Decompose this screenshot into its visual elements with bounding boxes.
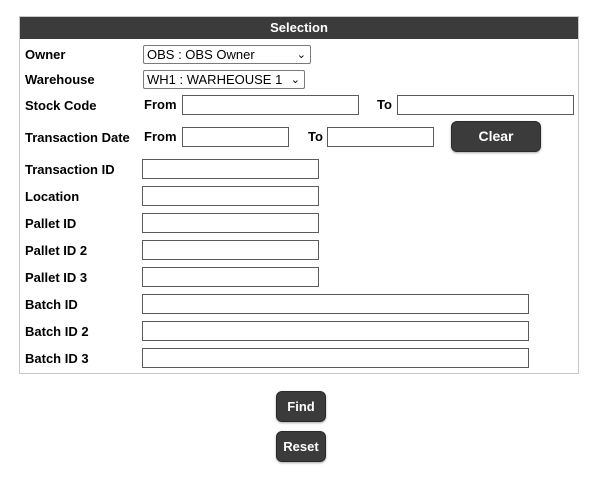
warehouse-label: Warehouse (25, 72, 95, 87)
warehouse-select[interactable]: WH1 : WARHEOUSE 1 ⌄ (143, 70, 305, 89)
stock-code-from-label: From (144, 97, 177, 112)
batch-id-2-input[interactable] (142, 321, 529, 341)
transaction-date-from-input[interactable] (182, 127, 289, 147)
transaction-date-to-label: To (308, 129, 323, 144)
transaction-date-to-input[interactable] (327, 127, 434, 147)
transaction-id-label: Transaction ID (25, 162, 115, 177)
pallet-id-3-input[interactable] (142, 267, 319, 287)
reset-button[interactable]: Reset (276, 431, 326, 462)
batch-id-3-label: Batch ID 3 (25, 351, 89, 366)
stock-code-to-input[interactable] (397, 95, 574, 115)
stock-code-label: Stock Code (25, 98, 97, 113)
location-input[interactable] (142, 186, 319, 206)
owner-select[interactable]: OBS : OBS Owner ⌄ (143, 45, 311, 64)
owner-label: Owner (25, 47, 66, 62)
pallet-id-label: Pallet ID (25, 216, 77, 231)
pallet-id-3-label: Pallet ID 3 (25, 270, 88, 285)
clear-button[interactable]: Clear (451, 121, 541, 152)
transaction-id-input[interactable] (142, 159, 319, 179)
pallet-id-2-input[interactable] (142, 240, 319, 260)
find-button[interactable]: Find (276, 391, 326, 422)
batch-id-3-input[interactable] (142, 348, 529, 368)
pallet-id-2-label: Pallet ID 2 (25, 243, 88, 258)
owner-select-value: OBS : OBS Owner (147, 47, 255, 62)
batch-id-2-label: Batch ID 2 (25, 324, 89, 339)
warehouse-select-value: WH1 : WARHEOUSE 1 (147, 72, 283, 87)
chevron-down-icon: ⌄ (290, 74, 300, 86)
stock-code-to-label: To (377, 97, 392, 112)
selection-panel: Selection Owner OBS : OBS Owner ⌄ Wareho… (19, 16, 579, 374)
stock-code-from-input[interactable] (182, 95, 359, 115)
chevron-down-icon: ⌄ (296, 49, 306, 61)
panel-title: Selection (20, 17, 578, 39)
location-label: Location (25, 189, 80, 204)
pallet-id-input[interactable] (142, 213, 319, 233)
transaction-date-from-label: From (144, 129, 177, 144)
batch-id-input[interactable] (142, 294, 529, 314)
batch-id-label: Batch ID (25, 297, 78, 312)
transaction-date-label: Transaction Date (25, 130, 130, 145)
